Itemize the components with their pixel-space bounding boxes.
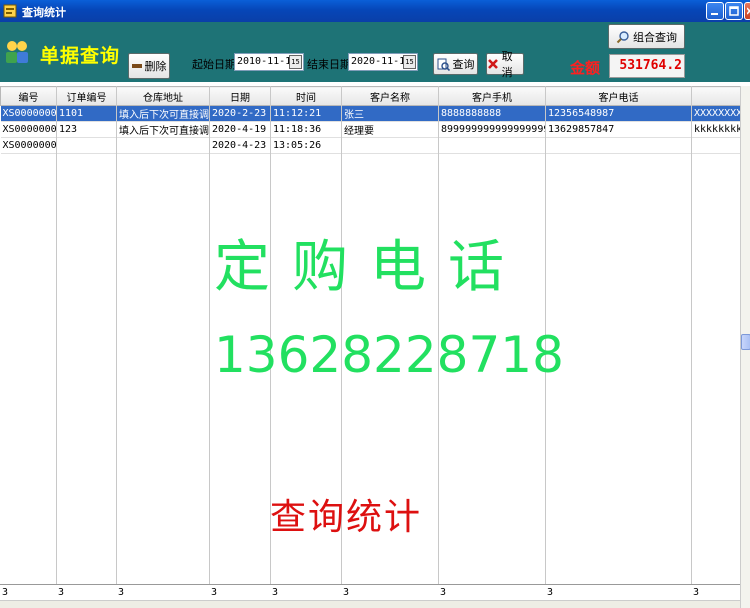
table-cell[interactable]: XS00000001 [0, 105, 57, 122]
table-cell[interactable]: XS00000002 [0, 121, 57, 138]
table-cell[interactable]: 8888888888 [438, 105, 546, 122]
table-cell[interactable]: 11:12:21 [270, 105, 342, 122]
toolbar: 单据查询 删除 起始日期 2010-11-10 15 结束日期 2020-11-… [0, 22, 750, 82]
table-cell[interactable]: 填入后下次可直接调用 [116, 105, 210, 122]
query-label: 查询 [452, 58, 475, 71]
table-cell[interactable]: 13:05:26 [270, 137, 342, 154]
calendar-icon[interactable]: 15 [403, 55, 416, 69]
magnifier-icon [616, 30, 629, 43]
cancel-button[interactable]: 取消 [486, 50, 524, 79]
table-cell[interactable] [56, 137, 117, 154]
minimize-icon [711, 13, 718, 15]
column-header[interactable]: 编号 [0, 86, 57, 106]
start-date-field[interactable]: 2010-11-10 15 [234, 53, 304, 71]
order-phone-caption: 定购电话 [214, 235, 526, 300]
amount-value: 531764.2 [609, 54, 685, 78]
cancel-icon [488, 59, 498, 69]
column-header[interactable] [691, 86, 741, 106]
total-cell: 3 [547, 587, 554, 598]
table-cell[interactable]: 填入后下次可直接调用 [116, 121, 210, 138]
column-divider [56, 86, 57, 584]
maximize-button[interactable] [725, 2, 743, 20]
column-header[interactable]: 仓库地址 [116, 86, 210, 106]
combo-query-label: 组合查询 [633, 30, 677, 44]
users-icon [6, 41, 28, 63]
table-cell[interactable]: 8999999999999999999 [438, 121, 546, 138]
total-cell: 3 [693, 587, 700, 598]
total-cell: 3 [272, 587, 279, 598]
total-cell: 3 [2, 587, 9, 598]
column-divider [116, 86, 117, 584]
table-cell[interactable] [116, 137, 210, 154]
column-divider [691, 86, 692, 584]
table-cell[interactable]: XS00000003 [0, 137, 57, 154]
table-cell[interactable] [438, 137, 546, 154]
query-button[interactable]: 查询 [433, 53, 478, 75]
search-icon [437, 58, 450, 71]
total-cell: 3 [118, 587, 125, 598]
end-date-field[interactable]: 2020-11-11 15 [348, 53, 418, 71]
end-date-label: 结束日期 [307, 58, 351, 71]
table-cell[interactable]: XXXXXXXXXXXX [691, 105, 741, 122]
table-cell[interactable]: 2020-2-23 [209, 105, 271, 122]
table-cell[interactable]: 张三 [341, 105, 439, 122]
delete-label: 删除 [144, 60, 167, 73]
delete-icon [131, 64, 142, 68]
scrollbar-thumb[interactable] [741, 334, 750, 350]
total-cell: 3 [343, 587, 350, 598]
maximize-icon [729, 6, 739, 16]
module-name-caption: 查询统计 [270, 497, 423, 538]
column-header[interactable]: 日期 [209, 86, 271, 106]
column-header[interactable]: 客户电话 [545, 86, 692, 106]
table-cell[interactable]: 1101 [56, 105, 117, 122]
table-cell[interactable]: 13629857847 [545, 121, 692, 138]
calendar-icon[interactable]: 15 [289, 55, 302, 69]
column-header[interactable]: 时间 [270, 86, 342, 106]
combo-query-button[interactable]: 组合查询 [608, 24, 685, 49]
total-cell: 3 [211, 587, 218, 598]
cancel-label: 取消 [501, 50, 513, 79]
column-header[interactable]: 客户名称 [341, 86, 439, 106]
table-row[interactable]: XS00000001 1101 填入后下次可直接调用 2020-2-23 11:… [0, 105, 741, 122]
module-title: 单据查询 [40, 45, 121, 67]
title-bar: 查询统计 [0, 0, 750, 22]
column-header[interactable]: 订单编号 [56, 86, 117, 106]
order-phone-number: 13628228718 [214, 326, 564, 384]
table-cell[interactable]: 2020-4-23 [209, 137, 271, 154]
column-header[interactable]: 客户手机 [438, 86, 546, 106]
table-cell[interactable]: 2020-4-19 [209, 121, 271, 138]
table-cell[interactable]: 11:18:36 [270, 121, 342, 138]
table-row[interactable]: XS00000002 123 填入后下次可直接调用 2020-4-19 11:1… [0, 121, 741, 138]
table-cell[interactable] [545, 137, 692, 154]
window-title: 查询统计 [22, 6, 66, 19]
table-cell[interactable]: 12356548987 [545, 105, 692, 122]
app-icon [3, 4, 17, 18]
start-date-label: 起始日期 [192, 58, 236, 71]
vertical-scrollbar[interactable] [740, 86, 750, 608]
amount-label: 金额 [570, 59, 601, 77]
minimize-button[interactable] [706, 2, 724, 20]
close-button[interactable] [744, 2, 750, 20]
table-cell[interactable]: 经理要 [341, 121, 439, 138]
totals-row: 3 3 3 3 3 3 3 3 3 [0, 584, 740, 600]
delete-button[interactable]: 删除 [128, 53, 170, 79]
table-cell[interactable]: kkkkkkkkkkk [691, 121, 741, 138]
table-row[interactable]: XS00000003 2020-4-23 13:05:26 [0, 137, 741, 154]
table-cell[interactable] [691, 137, 741, 154]
column-divider [209, 86, 210, 584]
total-cell: 3 [440, 587, 447, 598]
total-cell: 3 [58, 587, 65, 598]
table-cell[interactable]: 123 [56, 121, 117, 138]
header-row: 编号 订单编号 仓库地址 日期 时间 客户名称 客户手机 客户电话 [0, 86, 741, 106]
table-cell[interactable] [341, 137, 439, 154]
horizontal-scrollbar[interactable] [0, 600, 740, 608]
records-table: 编号 订单编号 仓库地址 日期 时间 客户名称 客户手机 客户电话 XS0000… [0, 86, 741, 154]
